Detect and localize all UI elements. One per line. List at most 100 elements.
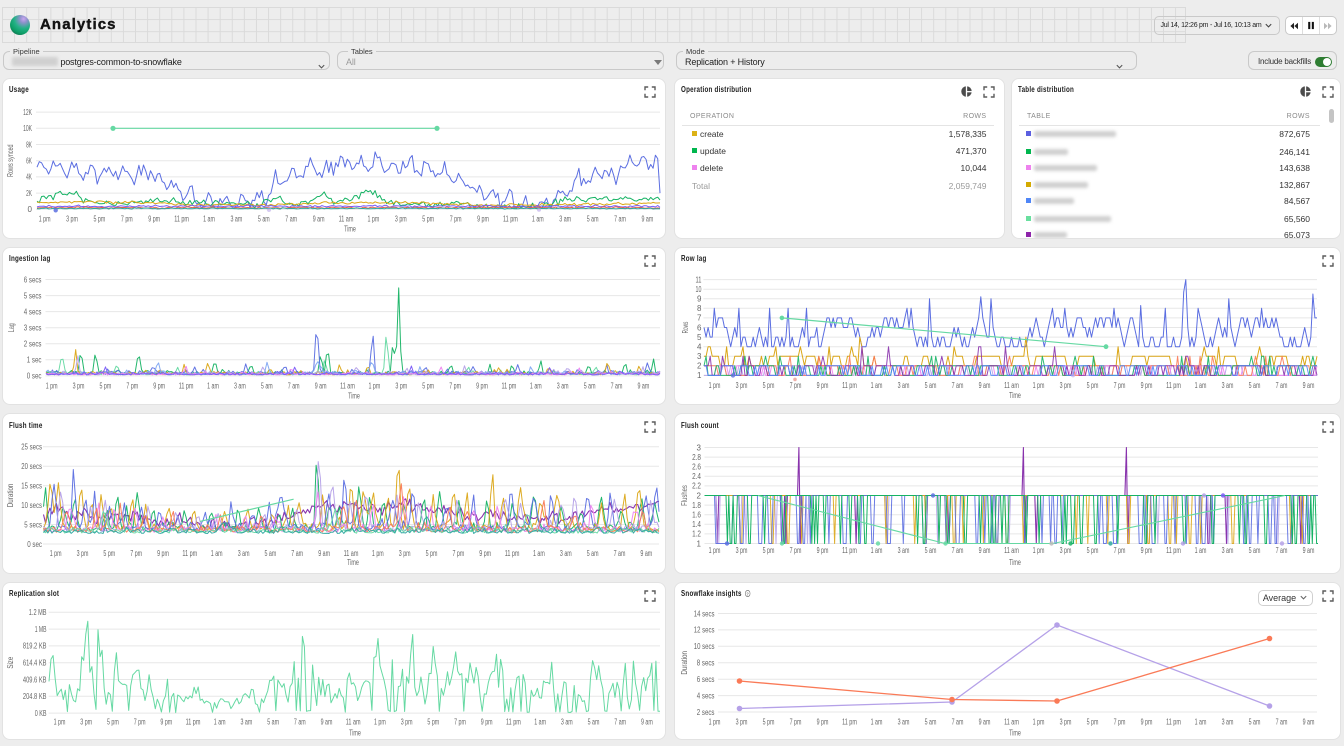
svg-text:11 am: 11 am [1004,546,1019,555]
svg-text:7 pm: 7 pm [1114,717,1126,726]
svg-text:2: 2 [697,361,702,370]
svg-text:10K: 10K [23,124,32,133]
svg-text:9 pm: 9 pm [817,717,829,726]
svg-text:Duration: Duration [680,651,689,675]
svg-text:1 am: 1 am [211,549,223,558]
svg-text:7 pm: 7 pm [126,381,138,390]
svg-text:9 am: 9 am [1303,381,1315,390]
svg-text:7 pm: 7 pm [454,717,466,726]
svg-text:9 pm: 9 pm [157,549,169,558]
svg-text:20 secs: 20 secs [21,462,42,471]
svg-text:1 am: 1 am [1195,546,1207,555]
svg-text:9 pm: 9 pm [1141,381,1153,390]
svg-text:1 pm: 1 pm [369,381,381,390]
svg-text:6K: 6K [26,156,32,165]
svg-text:5 pm: 5 pm [763,546,775,555]
svg-text:6 secs: 6 secs [24,275,42,284]
svg-text:7 pm: 7 pm [449,381,461,390]
svg-text:9 am: 9 am [979,546,991,555]
svg-text:1 pm: 1 pm [1033,546,1045,555]
svg-text:1 pm: 1 pm [50,549,62,558]
svg-text:1 pm: 1 pm [709,546,721,555]
svg-text:Time: Time [348,391,360,400]
svg-text:1.2 MB: 1.2 MB [29,608,47,617]
svg-text:9 pm: 9 pm [817,381,829,390]
svg-text:3 am: 3 am [559,214,571,223]
svg-text:7 am: 7 am [614,717,626,726]
svg-text:4 secs: 4 secs [697,691,715,700]
svg-text:2.4: 2.4 [692,472,701,481]
svg-text:1 am: 1 am [532,214,544,223]
svg-text:3 pm: 3 pm [395,214,407,223]
svg-text:1: 1 [697,539,702,548]
svg-text:9 pm: 9 pm [153,381,165,390]
svg-text:1 am: 1 am [530,381,542,390]
svg-text:Time: Time [1009,558,1021,567]
svg-text:11 pm: 11 pm [1166,381,1181,390]
svg-text:9 am: 9 am [641,717,653,726]
svg-text:11 pm: 11 pm [182,549,197,558]
svg-text:0 sec: 0 sec [27,540,42,549]
svg-text:5 am: 5 am [925,717,937,726]
svg-text:5 pm: 5 pm [763,381,775,390]
svg-text:Size: Size [6,656,15,668]
svg-text:3 am: 3 am [1222,546,1234,555]
svg-text:11 am: 11 am [346,717,361,726]
svg-text:1 pm: 1 pm [709,381,721,390]
svg-text:3 am: 3 am [557,381,569,390]
svg-text:3 pm: 3 pm [401,717,413,726]
svg-text:4: 4 [697,342,702,351]
svg-text:6: 6 [697,323,702,332]
svg-text:3: 3 [697,352,702,361]
svg-text:12 secs: 12 secs [694,625,715,634]
svg-text:11 pm: 11 pm [506,717,521,726]
svg-text:1 am: 1 am [1195,717,1207,726]
svg-text:7 pm: 7 pm [790,381,802,390]
svg-text:5 pm: 5 pm [1087,717,1099,726]
svg-text:9 pm: 9 pm [160,717,172,726]
svg-text:3 secs: 3 secs [24,323,42,332]
svg-text:12K: 12K [23,107,32,116]
svg-text:7 pm: 7 pm [130,549,142,558]
svg-text:5 pm: 5 pm [103,549,115,558]
svg-text:Time: Time [347,558,359,567]
svg-text:7 am: 7 am [614,214,626,223]
svg-text:8: 8 [697,304,702,313]
svg-text:2 secs: 2 secs [697,707,715,716]
svg-text:2K: 2K [26,188,32,197]
svg-text:5 pm: 5 pm [1087,546,1099,555]
svg-text:5 pm: 5 pm [763,717,775,726]
svg-text:11 am: 11 am [1004,717,1019,726]
svg-text:3 pm: 3 pm [399,549,411,558]
svg-text:9 am: 9 am [321,717,333,726]
svg-text:1 sec: 1 sec [27,355,42,364]
svg-text:3 pm: 3 pm [1060,546,1072,555]
svg-text:5 pm: 5 pm [94,214,106,223]
svg-text:1 am: 1 am [871,717,883,726]
svg-text:9 am: 9 am [318,549,330,558]
svg-text:11 pm: 11 pm [174,214,189,223]
svg-text:1 am: 1 am [203,214,215,223]
svg-text:9 am: 9 am [313,214,325,223]
svg-text:2 secs: 2 secs [24,339,42,348]
svg-text:25 secs: 25 secs [21,443,42,452]
svg-text:11 pm: 11 pm [502,381,517,390]
svg-text:3 am: 3 am [241,717,253,726]
svg-text:7 am: 7 am [614,549,626,558]
svg-text:Flushes: Flushes [680,485,689,506]
svg-text:7 pm: 7 pm [1114,546,1126,555]
svg-text:1 am: 1 am [207,381,219,390]
svg-text:2.6: 2.6 [692,463,701,472]
svg-text:5 pm: 5 pm [422,214,434,223]
svg-text:5 pm: 5 pm [422,381,434,390]
svg-text:9 pm: 9 pm [1141,717,1153,726]
svg-text:3 pm: 3 pm [1060,381,1072,390]
svg-text:9 pm: 9 pm [477,214,489,223]
svg-text:5 pm: 5 pm [427,717,439,726]
svg-text:5 am: 5 am [265,549,277,558]
svg-text:3 am: 3 am [238,549,250,558]
svg-text:11 am: 11 am [1004,381,1019,390]
svg-text:5 am: 5 am [587,549,599,558]
svg-text:3: 3 [697,443,702,452]
svg-text:11 pm: 11 pm [842,546,857,555]
